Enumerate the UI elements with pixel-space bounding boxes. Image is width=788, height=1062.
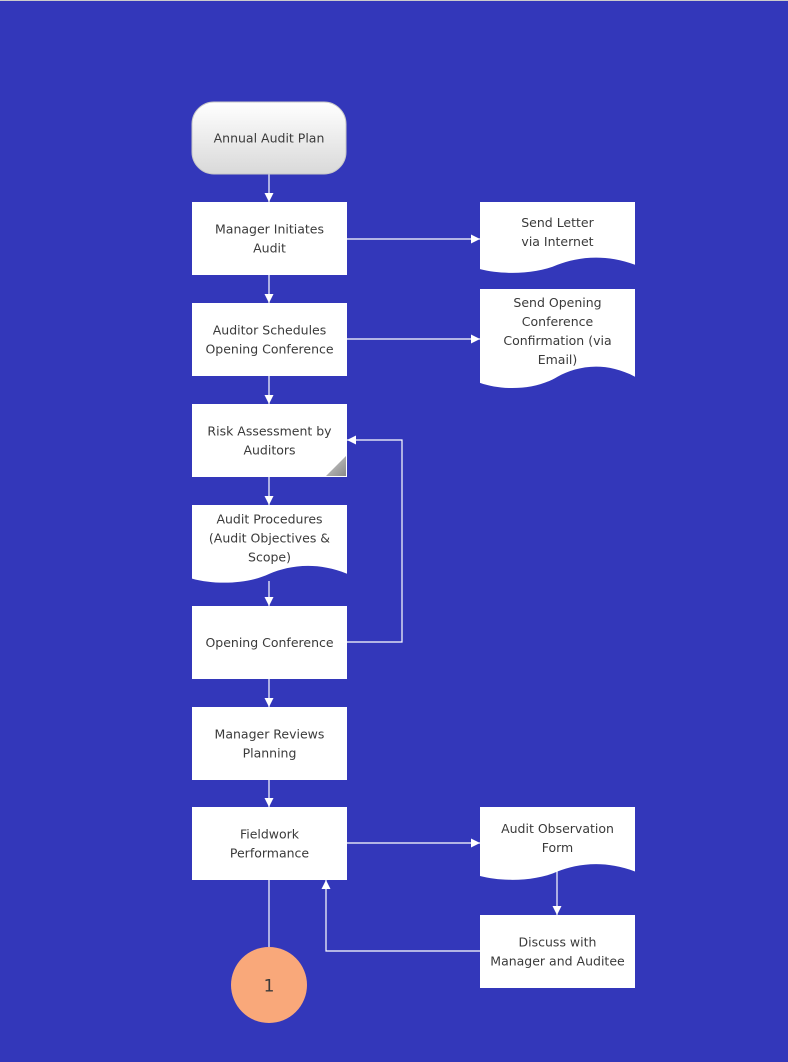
process-shape xyxy=(192,707,347,780)
process-shape xyxy=(192,202,347,275)
node-opening-conference[interactable]: Opening Conference xyxy=(192,606,347,679)
node-label: Opening Conference xyxy=(205,635,333,650)
node-label: 1 xyxy=(264,977,275,997)
node-label: Email) xyxy=(538,352,578,367)
node-label: Risk Assessment by xyxy=(207,424,332,439)
node-label: Performance xyxy=(230,846,310,861)
node-label: Send Opening xyxy=(513,295,601,310)
node-risk-assessment[interactable]: Risk Assessment by Auditors xyxy=(192,404,347,477)
node-label: (Audit Objectives & xyxy=(209,530,330,545)
node-label: Manager and Auditee xyxy=(490,954,625,969)
node-send-opening[interactable]: Send Opening Conference Confirmation (via E… xyxy=(480,289,635,389)
node-label: Audit xyxy=(253,241,286,256)
node-label: Audit Observation xyxy=(501,821,614,836)
process-shape xyxy=(480,915,635,988)
node-fieldwork[interactable]: Fieldwork Performance xyxy=(192,807,347,880)
node-send-letter[interactable]: Send Letter via Internet xyxy=(480,202,635,273)
node-manager-initiates[interactable]: Manager Initiates Audit xyxy=(192,202,347,275)
node-label: Planning xyxy=(243,746,297,761)
node-label: Auditor Schedules xyxy=(213,323,327,338)
node-connector-1[interactable]: 1 xyxy=(231,947,307,1023)
node-label: Audit Procedures xyxy=(216,511,322,526)
node-audit-observation[interactable]: Audit Observation Form xyxy=(480,807,635,880)
node-label: Scope) xyxy=(248,549,291,564)
process-shape xyxy=(192,807,347,880)
node-label: Annual Audit Plan xyxy=(214,131,325,146)
edge-opening-conference-to-risk-assessment xyxy=(347,435,403,643)
node-label: Fieldwork xyxy=(240,827,300,842)
node-label: Manager Initiates xyxy=(215,222,324,237)
process-shape xyxy=(192,404,347,477)
node-label: Auditors xyxy=(243,443,295,458)
node-label: Conference xyxy=(522,314,594,329)
node-label: Send Letter xyxy=(521,215,594,230)
node-label: Confirmation (via xyxy=(503,333,611,348)
process-shape xyxy=(192,303,347,376)
node-label: Discuss with xyxy=(519,935,597,950)
node-label: via Internet xyxy=(521,234,593,249)
node-label: Opening Conference xyxy=(205,342,333,357)
node-annual-audit-plan[interactable]: Annual Audit Plan xyxy=(191,101,347,175)
edge-discuss-to-fieldwork xyxy=(321,880,480,952)
node-manager-reviews[interactable]: Manager Reviews Planning xyxy=(192,707,347,780)
node-audit-procedures[interactable]: Audit Procedures (Audit Objectives & Scope… xyxy=(192,505,347,583)
audit-flowchart: Annual Audit Plan Manager Initiates Audit A… xyxy=(191,101,635,1023)
node-label: Form xyxy=(542,840,574,855)
node-discuss[interactable]: Discuss with Manager and Auditee xyxy=(480,915,635,988)
node-label: Manager Reviews xyxy=(215,727,325,742)
node-auditor-schedules[interactable]: Auditor Schedules Opening Conference xyxy=(192,303,347,376)
flowchart-canvas: Annual Audit Plan Manager Initiates Audit A… xyxy=(0,0,788,1056)
